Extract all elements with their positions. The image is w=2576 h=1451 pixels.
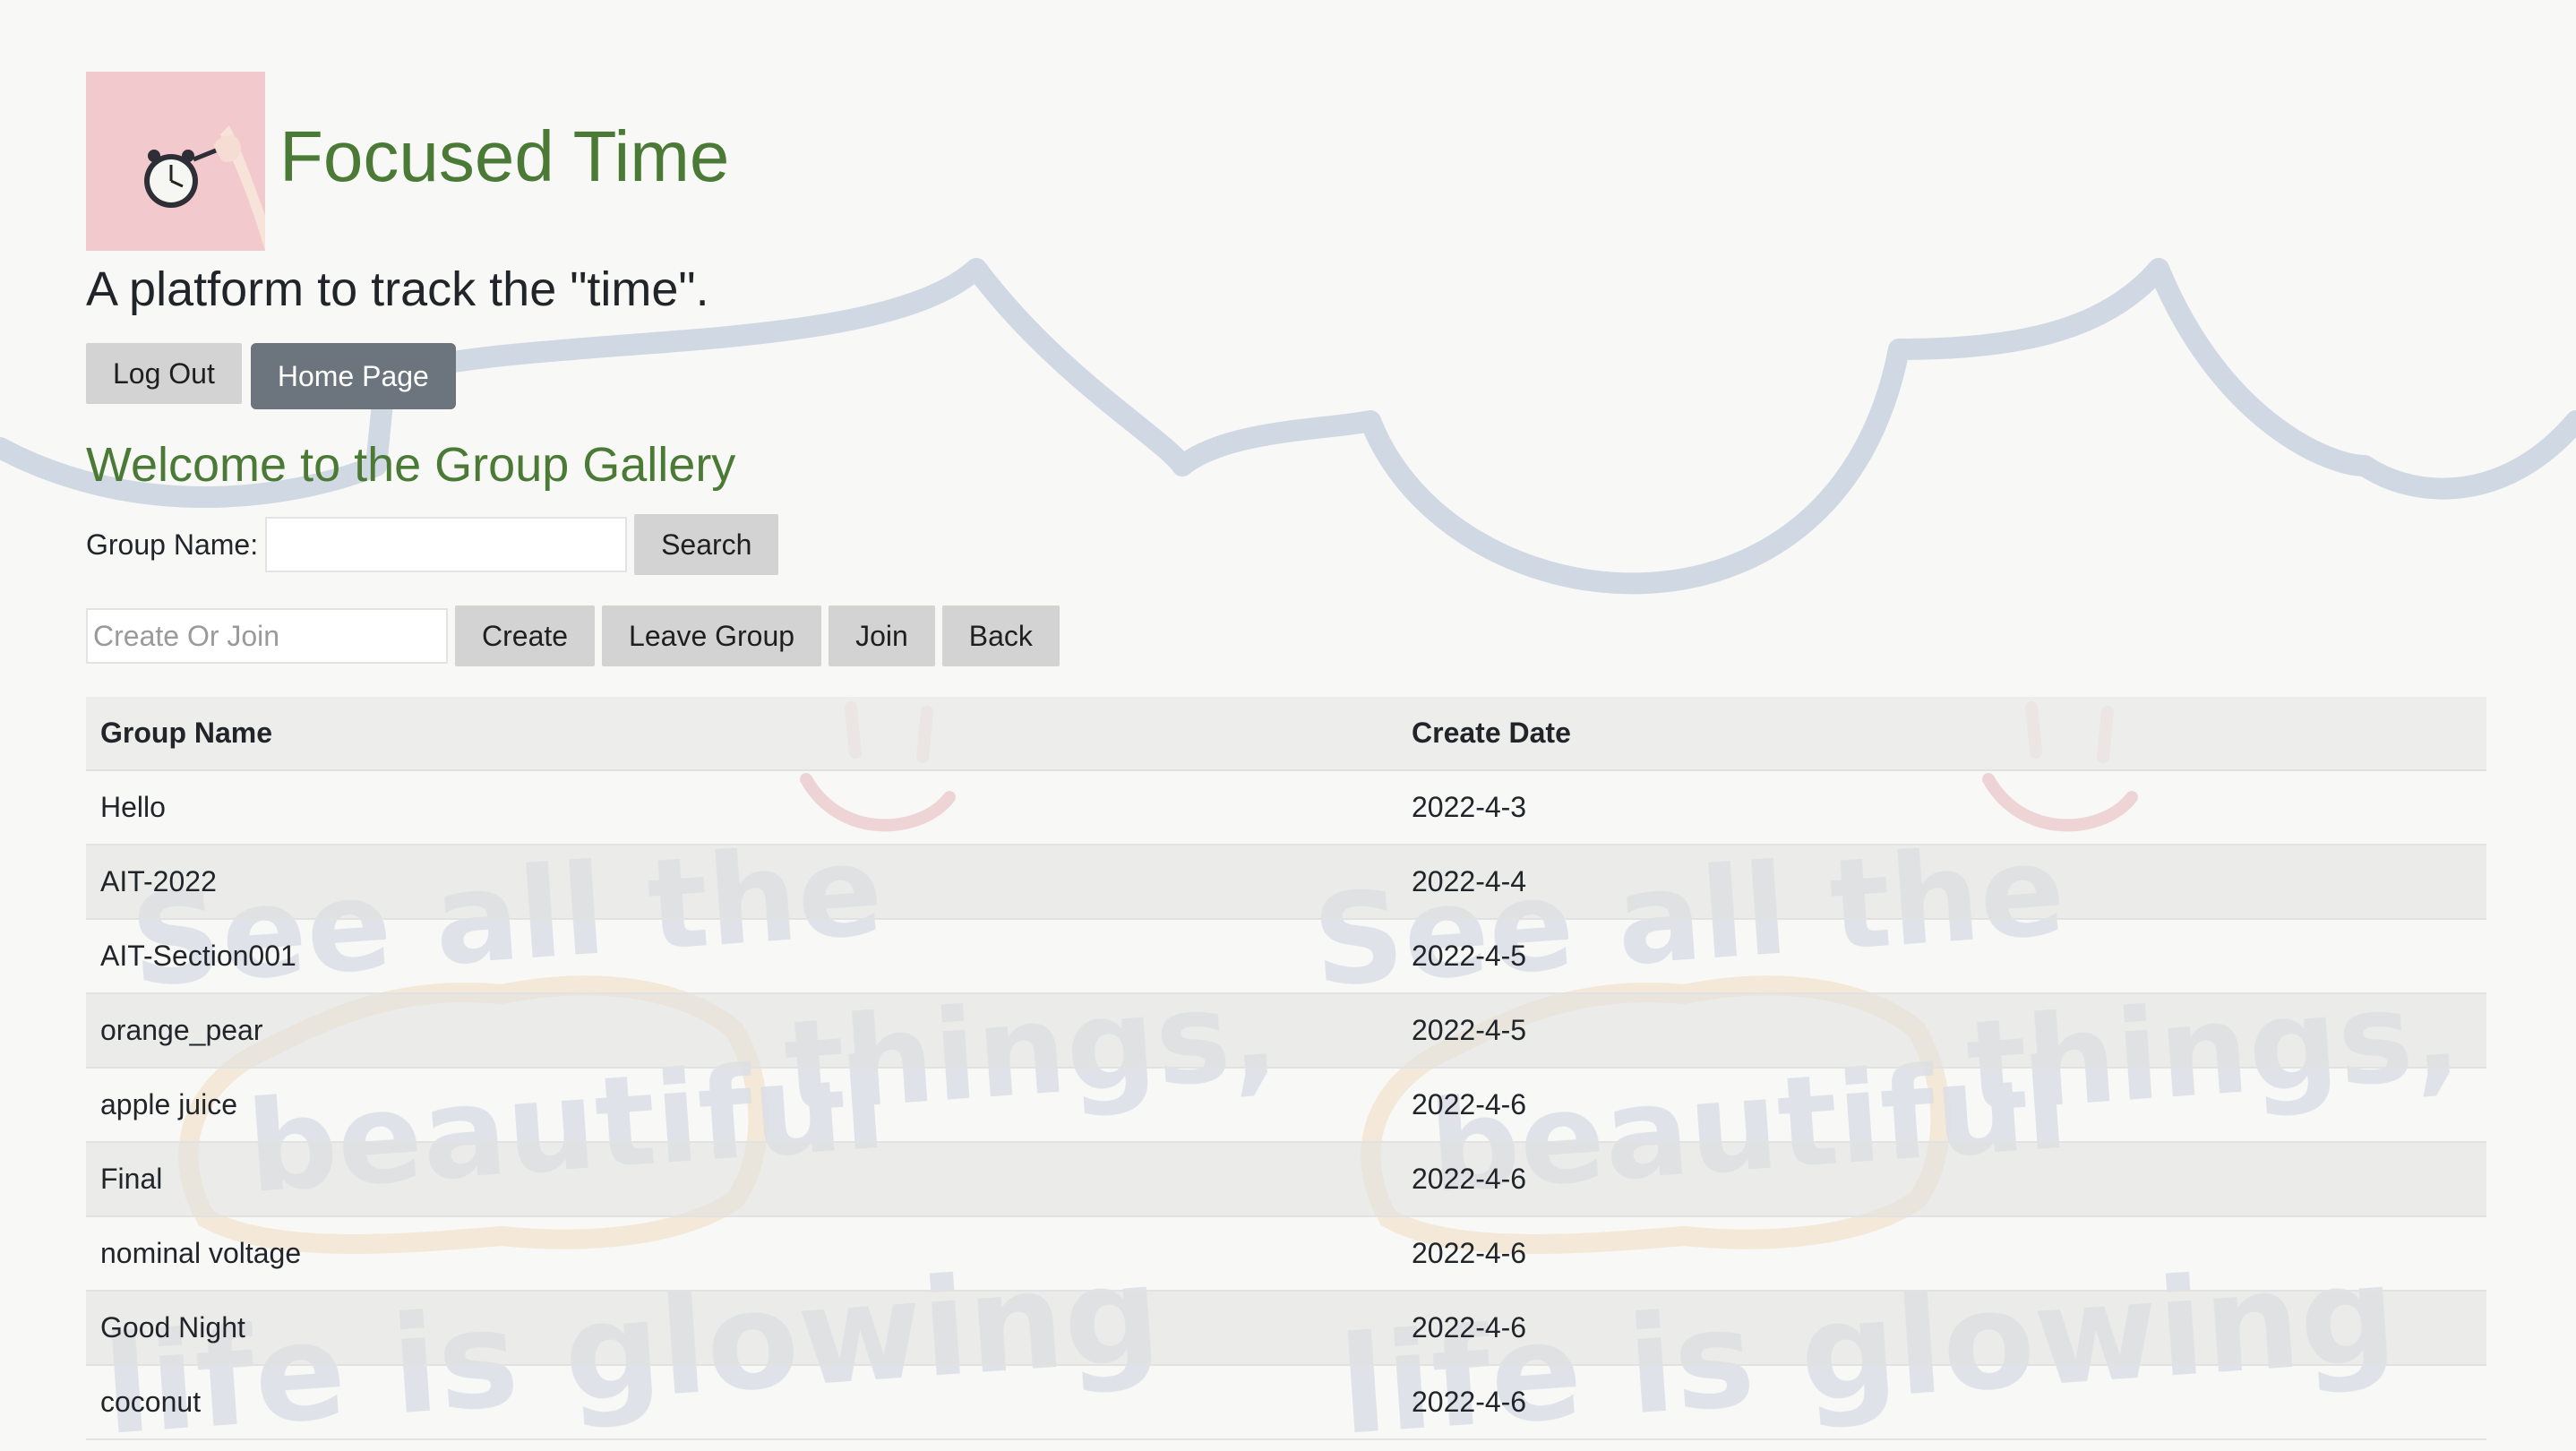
gallery-title: Welcome to the Group Gallery (86, 438, 736, 493)
group-name-cell: Good Night (86, 1291, 1397, 1367)
search-button[interactable]: Search (634, 514, 779, 576)
create-date-cell: 2022-4-6 (1397, 1216, 2486, 1292)
group-name-cell: coconut (86, 1365, 1397, 1441)
table-row[interactable]: nominal voltage 2022-4-6 (86, 1216, 2486, 1292)
group-name-cell: Final (86, 1142, 1397, 1218)
table-row[interactable]: orange_pear 2022-4-5 (86, 993, 2486, 1069)
join-button[interactable]: Join (829, 605, 935, 667)
alarm-clock-icon (86, 72, 265, 251)
create-date-cell: 2022-4-4 (1397, 845, 2486, 921)
table-row[interactable]: Good Night 2022-4-6 (86, 1291, 2486, 1367)
home-page-button[interactable]: Home Page (250, 343, 456, 410)
app-title: Focused Time (279, 116, 730, 196)
group-actions: Create Leave Group Join Back (86, 605, 2486, 667)
group-name-label: Group Name: (86, 528, 259, 561)
table-header-row: Group Name Create Date (86, 697, 2486, 772)
nav-bar: Log Out Home Page (86, 343, 2486, 410)
create-date-cell: 2022-4-6 (1397, 1142, 2486, 1218)
group-search-input[interactable] (265, 517, 628, 573)
main-content: Focused Time A platform to track the "ti… (86, 72, 2486, 1441)
search-bar: Group Name: Search (86, 514, 2486, 576)
group-name-cell: AIT-Section001 (86, 919, 1397, 995)
table-row[interactable]: coconut 2022-4-6 (86, 1365, 2486, 1441)
leave-group-button[interactable]: Leave Group (602, 605, 822, 667)
create-date-cell: 2022-4-5 (1397, 919, 2486, 995)
create-date-cell: 2022-4-6 (1397, 1291, 2486, 1367)
create-or-join-input[interactable] (86, 608, 448, 665)
column-header-create-date: Create Date (1397, 697, 2486, 772)
table-row[interactable]: AIT-2022 2022-4-4 (86, 845, 2486, 921)
create-date-cell: 2022-4-6 (1397, 1068, 2486, 1144)
back-button[interactable]: Back (941, 605, 1060, 667)
column-header-group-name: Group Name (86, 697, 1397, 772)
group-name-cell: orange_pear (86, 993, 1397, 1069)
app-header: Focused Time (86, 72, 2486, 251)
table-row[interactable]: AIT-Section001 2022-4-5 (86, 919, 2486, 995)
group-name-cell: nominal voltage (86, 1216, 1397, 1292)
table-row[interactable]: apple juice 2022-4-6 (86, 1068, 2486, 1144)
table-row[interactable]: Final 2022-4-6 (86, 1142, 2486, 1218)
groups-table: Group Name Create Date Hello 2022-4-3 AI… (86, 697, 2486, 1441)
create-date-cell: 2022-4-3 (1397, 770, 2486, 846)
create-date-cell: 2022-4-5 (1397, 993, 2486, 1069)
create-date-cell: 2022-4-6 (1397, 1365, 2486, 1441)
logout-button[interactable]: Log Out (86, 343, 242, 405)
app-tagline: A platform to track the "time". (86, 262, 709, 316)
table-row[interactable]: Hello 2022-4-3 (86, 770, 2486, 846)
group-name-cell: AIT-2022 (86, 845, 1397, 921)
group-name-cell: apple juice (86, 1068, 1397, 1144)
group-name-cell: Hello (86, 770, 1397, 846)
create-button[interactable]: Create (455, 605, 596, 667)
